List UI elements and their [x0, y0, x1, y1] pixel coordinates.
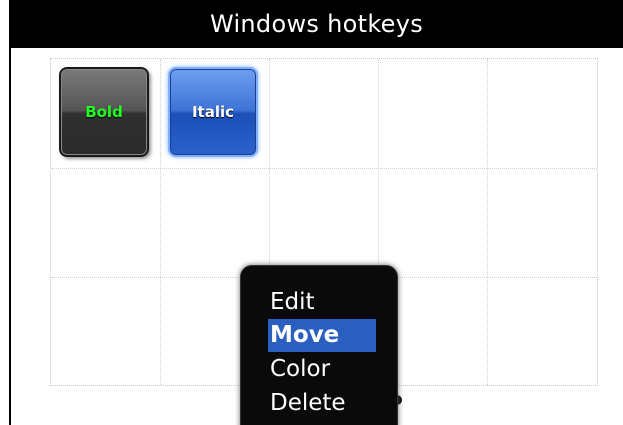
menu-item-move[interactable]: Move: [268, 319, 376, 352]
hotkey-label: Italic: [191, 103, 235, 121]
left-edge-border: [9, 0, 11, 425]
hotkey-bold-button[interactable]: Bold: [59, 67, 149, 157]
hotkeys-screen: Windows hotkeys Bold Italic Edit Move Co…: [0, 0, 623, 425]
grid-line: [487, 59, 488, 385]
grid-line: [160, 59, 161, 385]
context-menu: Edit Move Color Delete: [240, 265, 398, 425]
grid-line: [51, 168, 597, 169]
page-title: Windows hotkeys: [10, 0, 623, 48]
hotkey-label: Bold: [85, 103, 123, 121]
menu-item-edit[interactable]: Edit: [268, 286, 315, 319]
hotkey-italic-button[interactable]: Italic: [168, 67, 258, 157]
menu-item-delete[interactable]: Delete: [268, 387, 346, 420]
menu-item-color[interactable]: Color: [268, 353, 330, 386]
